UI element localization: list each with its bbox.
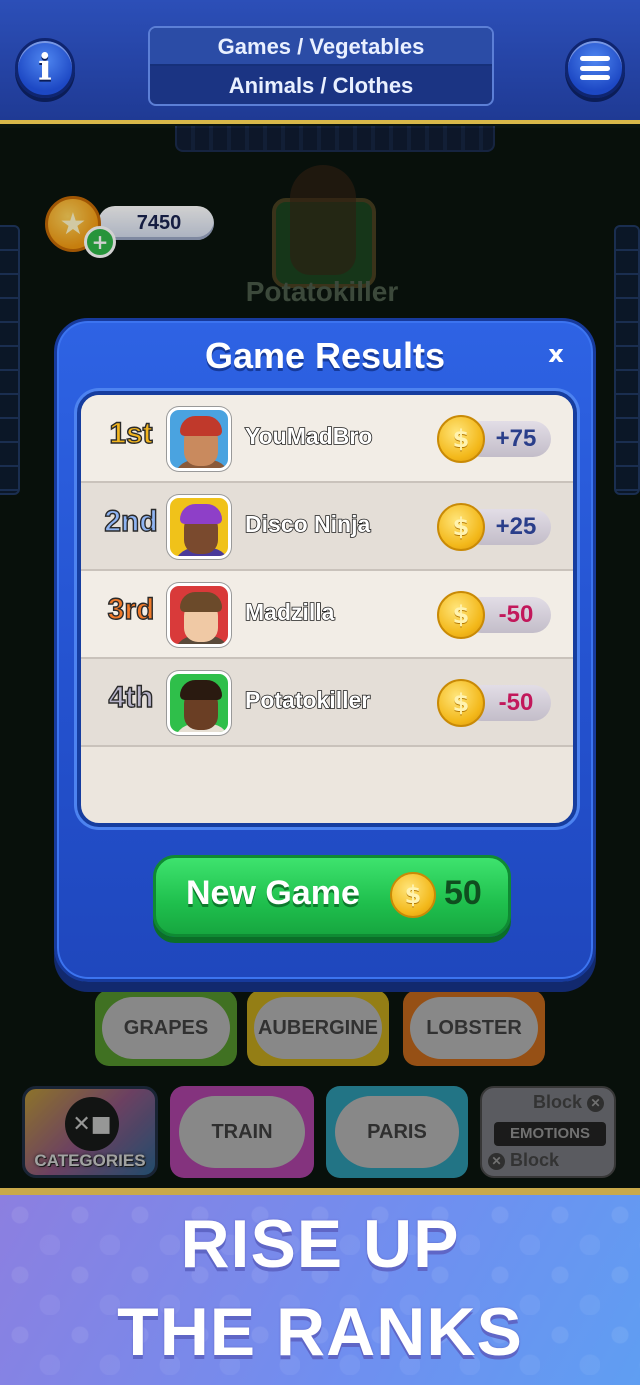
hand-card-label: PARIS xyxy=(335,1096,459,1168)
rank-label: 3rd xyxy=(107,592,155,626)
block-label: Block xyxy=(532,1092,582,1112)
player-name: Potatokiller xyxy=(244,686,371,714)
close-button[interactable]: x xyxy=(543,341,569,367)
rank-label: 4th xyxy=(108,680,154,714)
left-card-deck xyxy=(0,225,20,495)
close-x-icon: ✕ xyxy=(587,1094,604,1112)
modal-title: Game Results xyxy=(204,335,446,376)
block-bottom-label: ✕ Block xyxy=(488,1150,559,1171)
result-row: 2nd Disco Ninja +25 $ xyxy=(81,483,573,571)
add-coins-button[interactable]: + xyxy=(84,226,116,258)
right-card-deck xyxy=(614,225,640,495)
categories-label: CATEGORIES xyxy=(34,1151,146,1170)
player-avatar xyxy=(167,495,231,559)
current-player-avatar xyxy=(290,165,356,275)
word-card-label: AUBERGINE xyxy=(254,997,382,1059)
player-avatar xyxy=(167,407,231,471)
score-value: +75 xyxy=(495,425,537,452)
promo-line-1: RISE UP xyxy=(180,1206,460,1282)
menu-button[interactable] xyxy=(565,38,625,98)
word-card-aubergine[interactable]: AUBERGINE xyxy=(247,990,389,1066)
info-button[interactable]: i xyxy=(15,38,75,98)
word-card-lobster[interactable]: LOBSTER xyxy=(403,990,545,1066)
dollar-coin-icon: $ xyxy=(437,679,485,727)
dollar-coin-icon: $ xyxy=(437,415,485,463)
block-label: Block xyxy=(510,1150,560,1170)
results-list: 1st YouMadBro +75 $ 2nd Disco Ninja +25 … xyxy=(77,391,577,827)
score-value: -50 xyxy=(498,601,534,628)
player-avatar xyxy=(167,671,231,735)
player-name: YouMadBro xyxy=(244,422,373,450)
result-row: 1st YouMadBro +75 $ xyxy=(81,395,573,483)
word-card-grapes[interactable]: GRAPES xyxy=(95,990,237,1066)
word-card-label: LOBSTER xyxy=(410,997,538,1059)
player-name: Disco Ninja xyxy=(244,510,371,538)
category-box: Games / Vegetables Animals / Clothes xyxy=(148,26,494,106)
rank-label: 2nd xyxy=(104,504,159,538)
hamburger-menu-icon xyxy=(580,56,610,80)
score-value: -50 xyxy=(498,689,534,716)
card-tray xyxy=(175,126,495,152)
top-bar: i Games / Vegetables Animals / Clothes xyxy=(0,0,640,124)
game-results-modal: Game Results x 1st YouMadBro +75 $ 2nd D… xyxy=(54,318,596,982)
block-top-label: Block ✕ xyxy=(533,1092,604,1113)
block-emotions-button[interactable]: Block ✕ EMOTIONS ✕ Block xyxy=(480,1086,616,1178)
player-avatar xyxy=(167,583,231,647)
promo-banner: RISE UP THE RANKS xyxy=(0,1188,640,1385)
plus-icon: + xyxy=(91,230,109,254)
categories-button[interactable]: ✕■ CATEGORIES xyxy=(22,1086,158,1178)
coin-balance: 7450 xyxy=(136,212,182,234)
dollar-coin-icon: $ xyxy=(390,872,436,918)
emotions-label: EMOTIONS xyxy=(494,1122,606,1146)
close-x-icon: ✕ xyxy=(488,1152,505,1170)
category-line-2: Animals / Clothes xyxy=(228,73,414,98)
dollar-coin-icon: $ xyxy=(437,591,485,639)
new-game-button[interactable]: New Game $ 50 xyxy=(153,855,511,937)
hand-card-train[interactable]: TRAIN xyxy=(170,1086,314,1178)
new-game-label: New Game xyxy=(186,874,360,912)
new-game-cost: 50 xyxy=(444,874,482,912)
result-row: 3rd Madzilla -50 $ xyxy=(81,571,573,659)
dollar-coin-icon: $ xyxy=(437,503,485,551)
result-row: 4th Potatokiller -50 $ xyxy=(81,659,573,747)
player-name: Madzilla xyxy=(244,598,335,626)
hand-card-paris[interactable]: PARIS xyxy=(326,1086,468,1178)
info-icon: i xyxy=(38,47,52,89)
shapes-icon: ✕■ xyxy=(65,1097,119,1151)
category-line-1: Games / Vegetables xyxy=(150,28,492,66)
word-card-label: GRAPES xyxy=(102,997,230,1059)
current-player-name: Potatokiller xyxy=(245,276,399,307)
promo-line-2: THE RANKS xyxy=(117,1294,523,1370)
hand-card-label: TRAIN xyxy=(179,1096,305,1168)
score-value: +25 xyxy=(495,513,537,540)
rank-label: 1st xyxy=(109,416,154,450)
